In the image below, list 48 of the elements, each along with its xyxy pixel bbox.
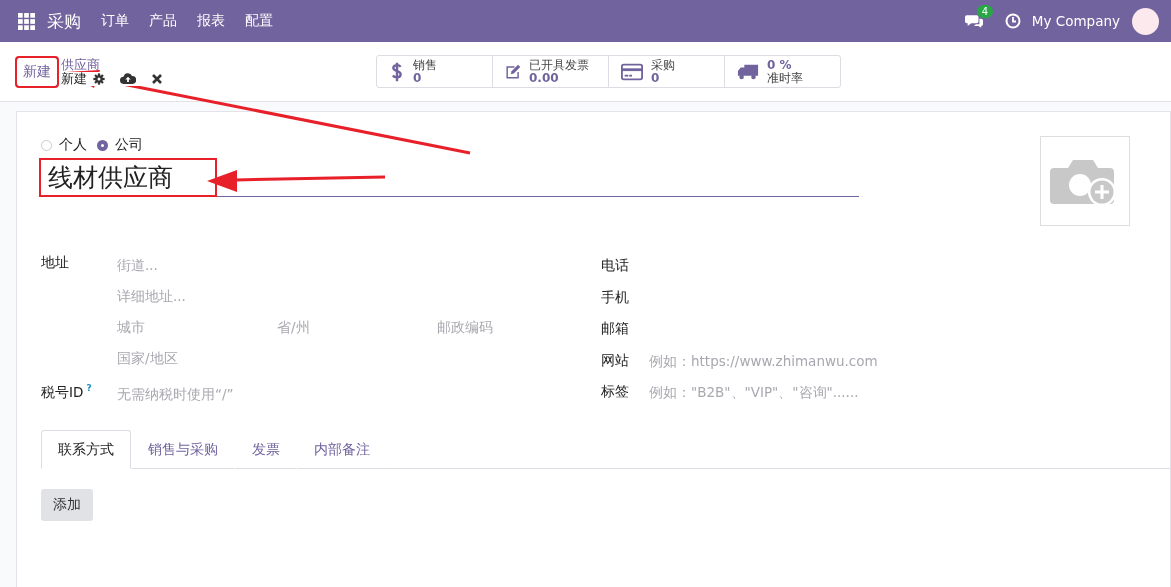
field-label: 电话 <box>601 257 630 276</box>
chat-icon[interactable] <box>964 13 983 29</box>
settings-icon[interactable] <box>93 72 105 85</box>
dollar-icon <box>389 60 405 83</box>
notebook-tab[interactable]: 联系方式 <box>41 429 131 469</box>
field-label: 手机 <box>601 288 630 307</box>
notebook-tab[interactable]: 销售与采购 <box>131 429 235 469</box>
credit-card-icon <box>621 62 643 81</box>
company-type-radio[interactable]: 个人 <box>41 136 87 154</box>
message-count-badge: 4 <box>976 4 994 18</box>
stat-label: 准时率 <box>767 71 803 85</box>
notebook-tab[interactable]: 内部备注 <box>297 429 387 469</box>
nav-menu-item[interactable]: 订单 <box>101 12 129 30</box>
stat-button[interactable]: 已开具发票 0.00 <box>493 56 609 87</box>
nav-menu-item[interactable]: 产品 <box>149 12 177 30</box>
nav-menu-item[interactable]: 报表 <box>197 12 225 30</box>
stat-label: 销售 <box>413 58 437 72</box>
cloud-upload-icon[interactable] <box>120 72 136 85</box>
field-label: 邮箱 <box>601 320 630 339</box>
stat-button[interactable]: 采购 0 <box>609 56 725 87</box>
nav-menu-item[interactable]: 配置 <box>245 12 273 30</box>
apps-menu-icon[interactable] <box>18 12 35 30</box>
user-avatar[interactable] <box>1132 7 1159 35</box>
name-field[interactable]: 线材供应商 <box>41 160 215 195</box>
truck-icon <box>737 62 759 81</box>
app-name[interactable]: 采购 <box>47 9 81 33</box>
stat-label: 采购 <box>651 58 675 72</box>
stat-button[interactable]: 0 % 准时率 <box>725 56 840 87</box>
breadcrumb-current: 新建 <box>61 71 87 86</box>
company-switcher[interactable]: My Company <box>1031 13 1120 29</box>
stat-button[interactable]: 销售 0 <box>377 56 493 87</box>
field-label: 税号ID <box>41 383 84 400</box>
breadcrumb-link[interactable]: 供应商 <box>61 57 178 72</box>
company-type-radio[interactable]: 公司 <box>97 136 143 154</box>
stat-value: 0 <box>651 71 660 85</box>
stat-value: 0 % <box>767 58 793 72</box>
stat-label: 已开具发票 <box>529 58 589 72</box>
help-tooltip[interactable]: ? <box>86 383 92 393</box>
stat-value: 0 <box>413 71 422 85</box>
notebook-tab[interactable]: 发票 <box>235 429 297 469</box>
field-label: 地址 <box>41 254 70 272</box>
clock-icon[interactable] <box>1004 13 1021 29</box>
stat-value: 0.00 <box>529 71 559 85</box>
field-label: 标签 <box>601 383 630 402</box>
discard-icon[interactable] <box>151 72 163 85</box>
new-button[interactable]: 新建 <box>16 56 58 87</box>
add-button[interactable]: 添加 <box>41 488 93 521</box>
field-label: 网站 <box>601 351 630 370</box>
